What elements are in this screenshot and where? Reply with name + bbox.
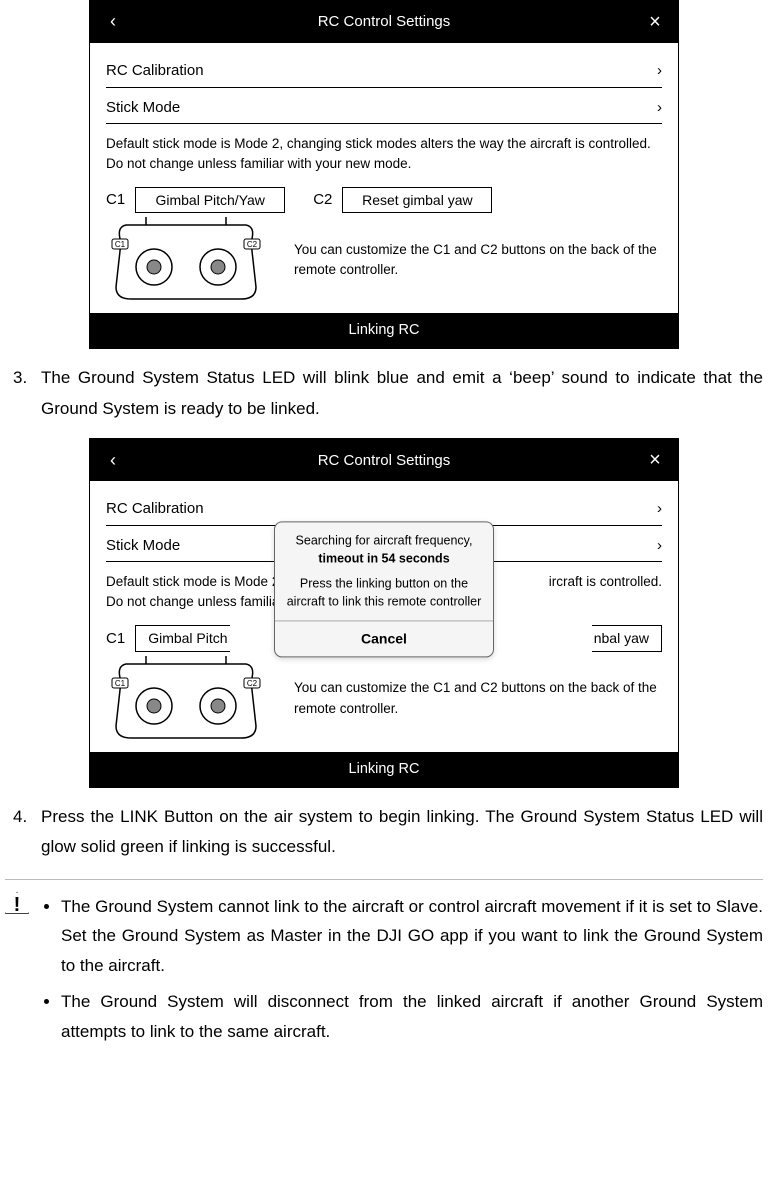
linking-modal: Searching for aircraft frequency, timeou… [274,522,494,657]
divider [5,879,763,880]
controller-custom-note: You can customize the C1 and C2 buttons … [294,678,662,719]
close-icon[interactable]: × [646,447,664,473]
chevron-right-icon: › [657,499,662,519]
warning-bullet-1: The Ground System cannot link to the air… [61,892,763,981]
modal-search-line: Searching for aircraft frequency, [296,534,473,548]
svg-text:C2: C2 [247,679,258,688]
step-number: 3. [13,363,41,424]
rc-calibration-row[interactable]: RC Calibration › [106,489,662,526]
c2-tag-icon: C2 [247,240,258,249]
step-3: 3. The Ground System Status LED will bli… [13,363,763,424]
step-4: 4. Press the LINK Button on the air syst… [13,802,763,863]
custom-buttons-row: C1 Gimbal Pitch/Yaw C2 Reset gimbal yaw [106,187,662,213]
modal-cancel-button[interactable]: Cancel [275,622,493,656]
chevron-right-icon: › [657,98,662,118]
warning-icon: ! [5,892,29,914]
app-header: ‹ RC Control Settings × [90,439,678,481]
screenshot-rc-settings-2: ‹ RC Control Settings × RC Calibration ›… [89,438,679,787]
modal-timeout-line: timeout in 54 seconds [318,551,449,565]
stick-mode-note: Default stick mode is Mode 2, changing s… [106,134,662,173]
warning-bullet-2: The Ground System will disconnect from t… [61,987,763,1047]
remote-controller-icon: C1 C2 [106,656,266,742]
linking-rc-button[interactable]: Linking RC [90,313,678,348]
step-text: The Ground System Status LED will blink … [41,363,763,424]
svg-text:C1: C1 [115,679,126,688]
controller-custom-note: You can customize the C1 and C2 buttons … [294,240,662,281]
screenshot-rc-settings-1: ‹ RC Control Settings × RC Calibration ›… [89,0,679,349]
header-title: RC Control Settings [318,451,451,471]
chevron-right-icon: › [657,61,662,81]
app-header: ‹ RC Control Settings × [90,1,678,43]
back-icon[interactable]: ‹ [104,10,122,33]
c2-selector-truncated[interactable]: nbal yaw [592,625,662,651]
rc-calibration-row[interactable]: RC Calibration › [106,51,662,88]
close-icon[interactable]: × [646,9,664,35]
back-icon[interactable]: ‹ [104,449,122,472]
stick-mode-row[interactable]: Stick Mode › [106,88,662,125]
warning-callout: ! The Ground System cannot link to the a… [5,892,763,1053]
c2-selector[interactable]: Reset gimbal yaw [342,187,492,213]
c1-selector-truncated[interactable]: Gimbal Pitch [135,625,229,651]
rc-calibration-label: RC Calibration [106,61,204,81]
stick-mode-label: Stick Mode [106,536,180,556]
c1-label: C1 [106,190,125,210]
step-number: 4. [13,802,41,863]
modal-instruction: Press the linking button on the aircraft… [275,572,493,621]
stick-mode-label: Stick Mode [106,98,180,118]
step-text: Press the LINK Button on the air system … [41,802,763,863]
remote-controller-icon: C1 C2 [106,217,266,303]
header-title: RC Control Settings [318,12,451,32]
c1-selector[interactable]: Gimbal Pitch/Yaw [135,187,285,213]
c2-label: C2 [313,190,332,210]
linking-rc-button[interactable]: Linking RC [90,752,678,787]
c1-label: C1 [106,629,125,649]
rc-calibration-label: RC Calibration [106,499,204,519]
chevron-right-icon: › [657,536,662,556]
c1-tag-icon: C1 [115,240,126,249]
